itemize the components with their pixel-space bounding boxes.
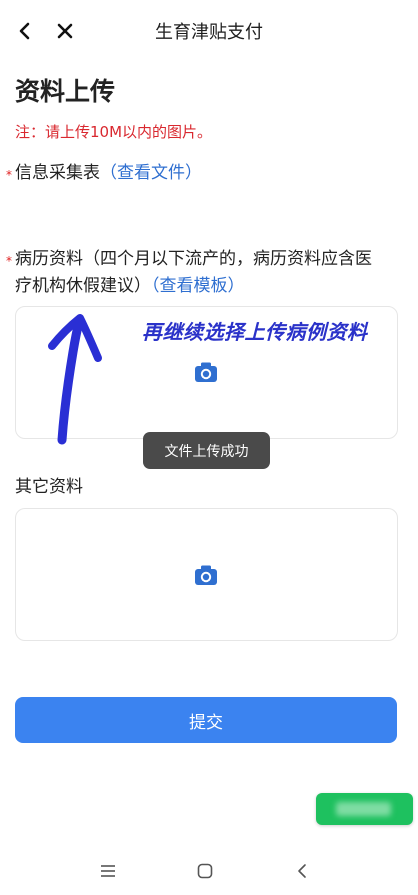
view-file-link[interactable]: （查看文件） [100, 163, 202, 183]
system-back-button[interactable] [289, 858, 315, 884]
field-label-line1: 病历资料（四个月以下流产的，病历资料应含医 [15, 249, 372, 269]
field-label-other: 其它资料 [15, 477, 83, 497]
home-button[interactable] [192, 858, 218, 884]
field-label-text: 信息采集表 [15, 163, 100, 183]
field-label-medical-records: 病历资料（四个月以下流产的，病历资料应含医 疗机构休假建议）（查看模板） [15, 246, 410, 300]
view-template-link[interactable]: （查看模板） [151, 276, 245, 296]
chevron-left-icon [298, 864, 306, 878]
nav-title: 生育津贴支付 [155, 22, 263, 43]
field-label-line2-wrap: 疗机构休假建议）（查看模板） [15, 273, 410, 300]
camera-icon[interactable] [194, 564, 218, 586]
other-upload-area[interactable] [15, 508, 398, 641]
annotation-arrow [48, 314, 102, 445]
field-label-info-form: 信息采集表（查看文件） [15, 160, 202, 187]
menu-icon [101, 865, 115, 877]
annotation-text: 再继续选择上传病例资料 [142, 320, 368, 344]
menu-button[interactable] [95, 858, 121, 884]
system-navigation-bar [0, 844, 418, 895]
page-title: 资料上传 [15, 77, 116, 106]
floating-action-button[interactable] [316, 793, 413, 825]
field-label-line2: 疗机构休假建议） [15, 276, 151, 296]
camera-icon[interactable] [194, 361, 218, 383]
size-note: 注：请上传10M以内的图片。 [15, 123, 213, 141]
submit-button[interactable]: 提交 [15, 697, 397, 743]
home-square-icon [197, 863, 213, 879]
upload-success-toast: 文件上传成功 [143, 432, 270, 469]
required-marker: * [6, 254, 12, 268]
blurred-label [336, 802, 391, 816]
top-navigation-bar: 生育津贴支付 [0, 0, 418, 62]
required-marker: * [6, 168, 12, 182]
